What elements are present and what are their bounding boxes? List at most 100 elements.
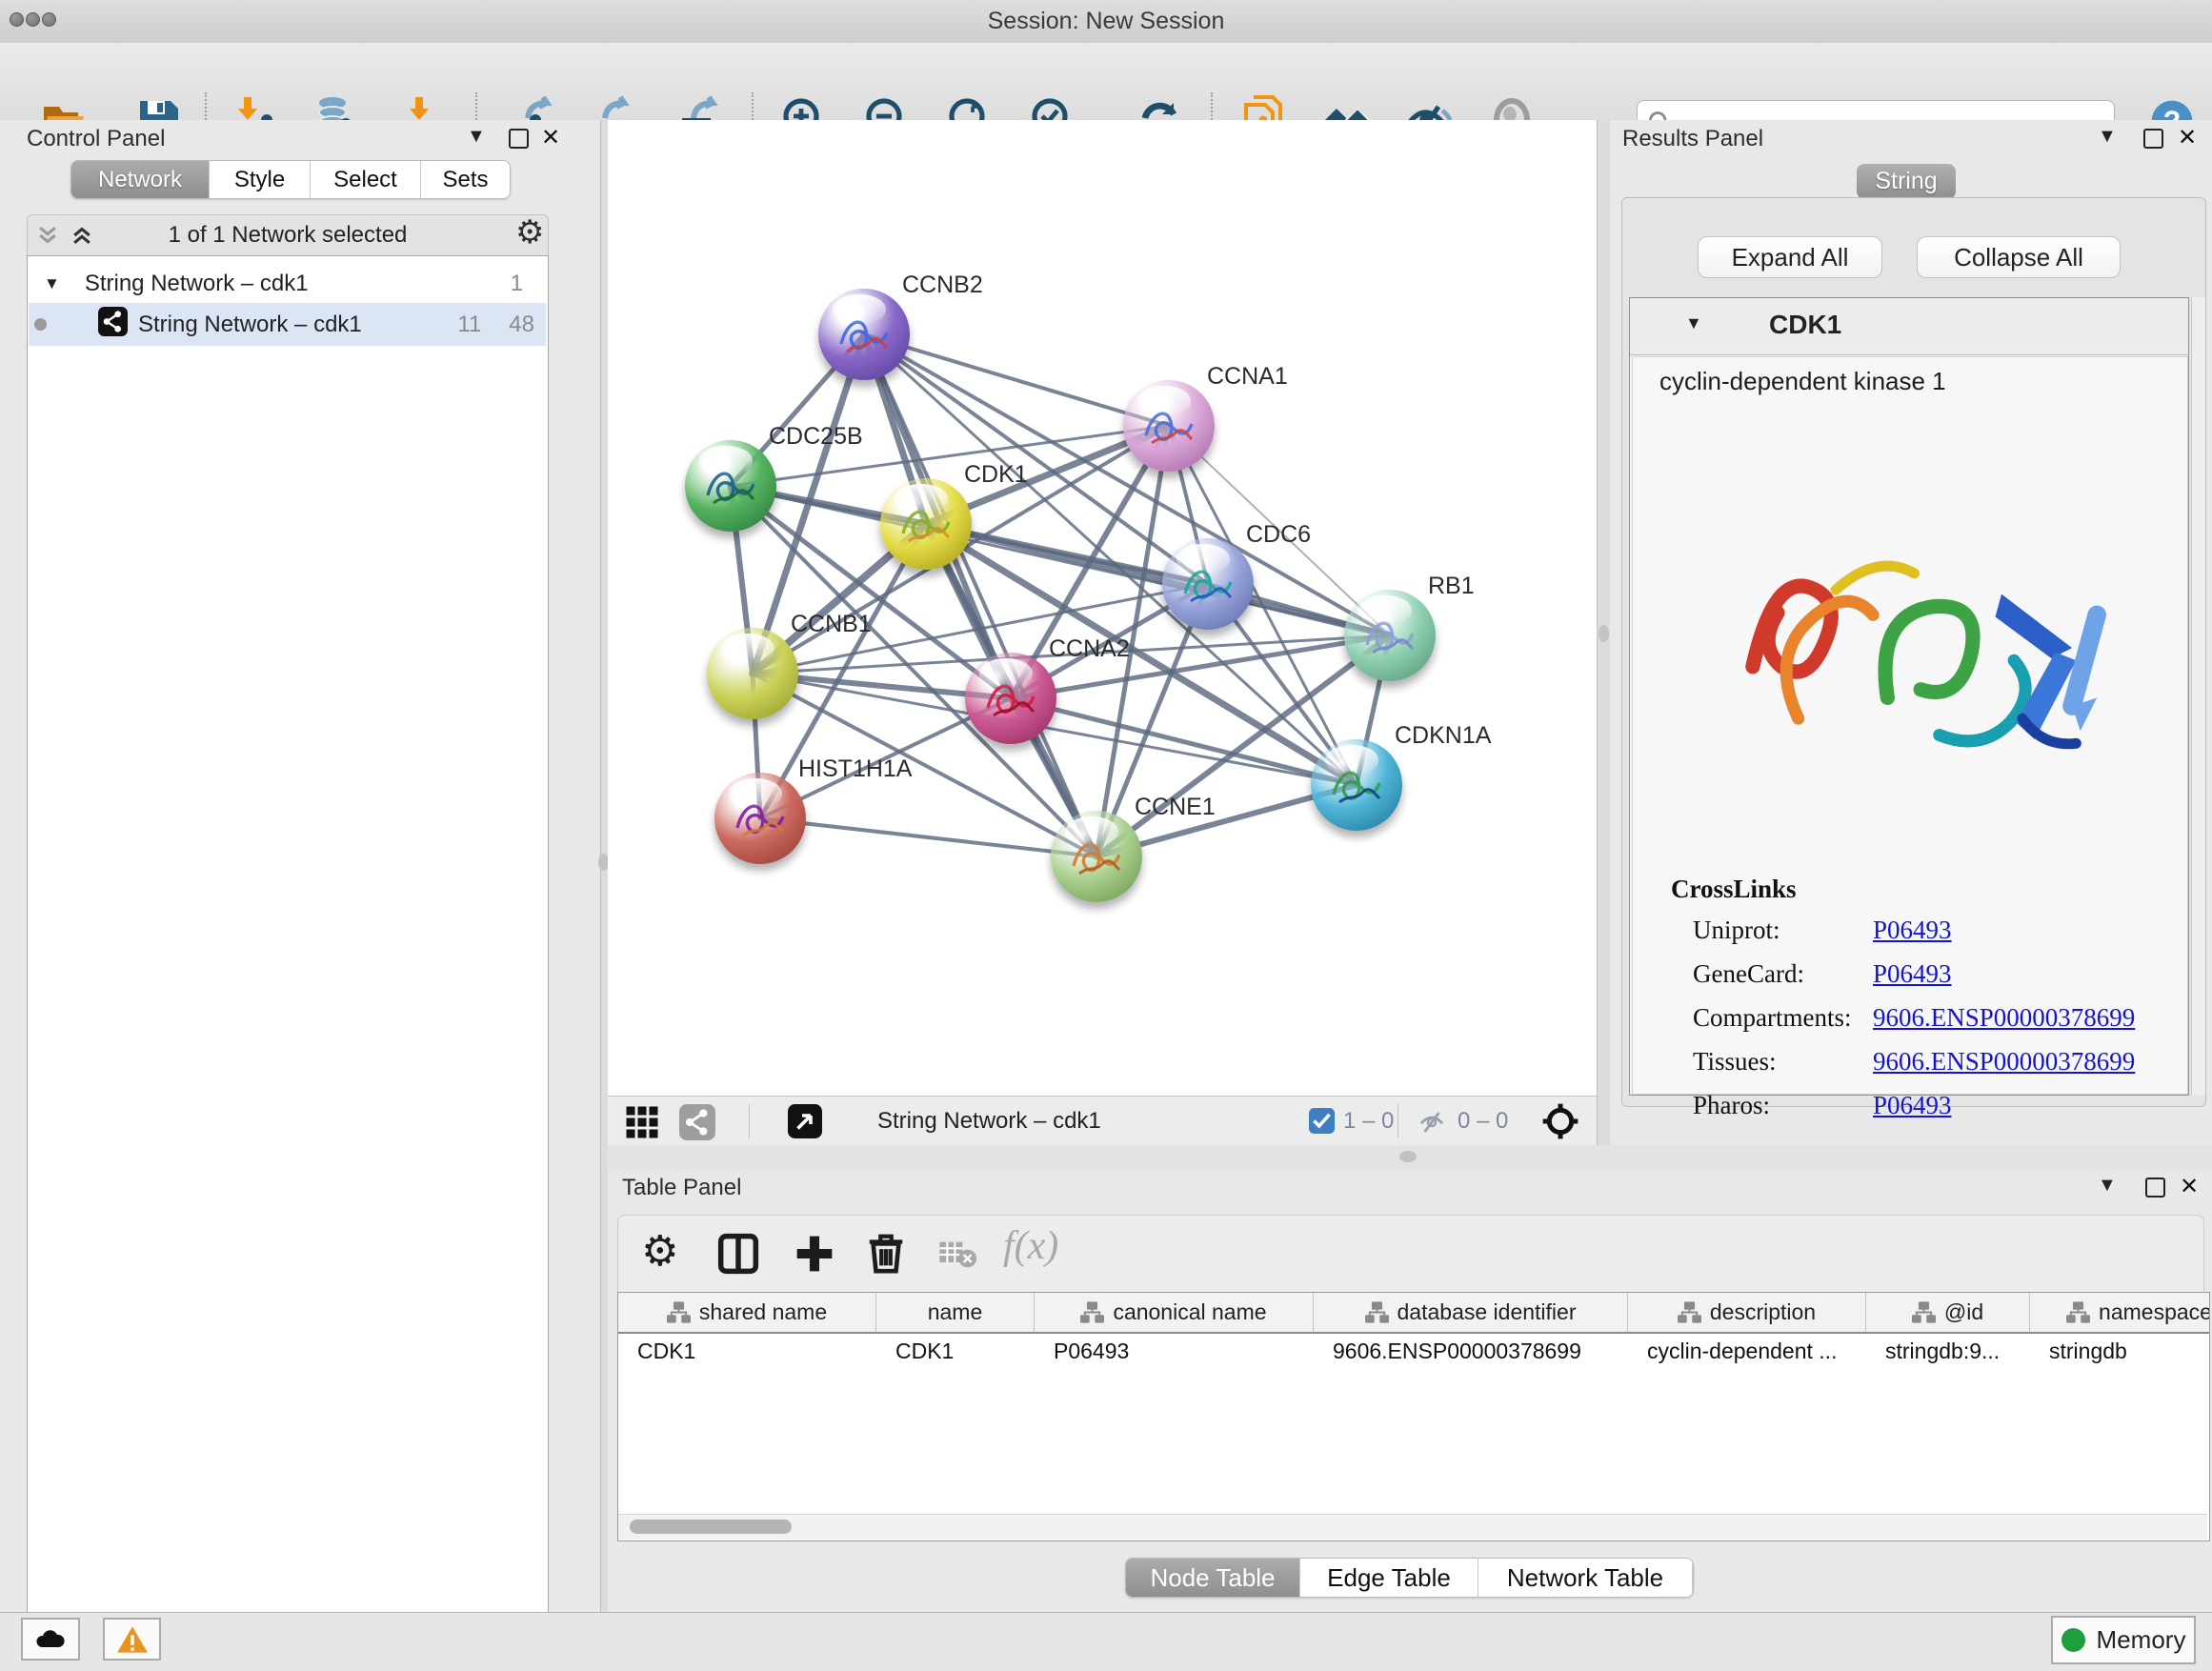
network-tree: ▼ String Network – cdk1 1 String Network… (27, 255, 549, 1671)
crosslink-row: Pharos: P06493 (1633, 1087, 2187, 1131)
column-namespace-icon (1678, 1301, 1701, 1323)
results-panel-close-icon[interactable]: ✕ (2178, 124, 2197, 151)
column-header-shared-name[interactable]: shared name (618, 1293, 876, 1332)
network-selector-bar: 1 of 1 Network selected ⚙ (27, 214, 549, 257)
network-options-gear-icon[interactable]: ⚙ (515, 213, 544, 252)
table-cell: cyclin-dependent ... (1628, 1334, 1866, 1368)
node-description: cyclin-dependent kinase 1 (1659, 367, 1946, 396)
scrollbar-thumb[interactable] (630, 1520, 792, 1534)
tab-style[interactable]: Style (210, 161, 311, 198)
tab-string[interactable]: String (1857, 164, 1956, 199)
add-column-icon[interactable] (794, 1233, 835, 1279)
column-header-canonical-name[interactable]: canonical name (1035, 1293, 1314, 1332)
network-row[interactable]: String Network – cdk1 11 48 (29, 303, 546, 346)
bottom-splitter-handle[interactable] (1399, 1151, 1417, 1162)
column-namespace-icon (667, 1301, 691, 1323)
collection-count: 1 (511, 271, 523, 297)
control-panel-float-icon[interactable]: ▼ (467, 126, 486, 148)
node-label-CDKN1A: CDKN1A (1395, 722, 1491, 750)
network-node-CCNA2[interactable] (965, 653, 1056, 744)
results-panel-maximize-icon[interactable] (2143, 129, 2163, 149)
title-bar: Session: New Session (0, 0, 2212, 44)
results-panel-float-icon[interactable]: ▼ (2098, 126, 2117, 148)
function-builder-icon: f(x) (1003, 1223, 1058, 1269)
network-edge-count: 48 (509, 312, 534, 338)
column-namespace-icon (1080, 1301, 1104, 1323)
column-header-description[interactable]: description (1628, 1293, 1866, 1332)
table-toolbar: ⚙ f(x) (617, 1215, 2204, 1294)
crosslink-label: GeneCard: (1693, 959, 1804, 989)
network-canvas[interactable]: CCNB2 CCNA1 CDC25B CDK1 CDC6 RB1CCNB1 CC… (608, 120, 1597, 1096)
table-panel-close-icon[interactable]: ✕ (2180, 1173, 2199, 1200)
tab-network-table[interactable]: Network Table (1478, 1559, 1693, 1597)
node-gloss (979, 658, 1033, 690)
expand-all-button[interactable]: Expand All (1698, 236, 1882, 278)
crosslink-row: Uniprot: P06493 (1633, 912, 2187, 956)
table-panel-maximize-icon[interactable] (2145, 1178, 2165, 1198)
column-header--id[interactable]: @id (1866, 1293, 2030, 1332)
table-panel: Table Panel ▼ ✕ ⚙ f(x) shared namenameca… (608, 1170, 2212, 1612)
node-table[interactable]: shared name name canonical name database id… (617, 1292, 2210, 1541)
network-node-HIST1H1A[interactable] (714, 773, 806, 864)
crosslink-value-link[interactable]: P06493 (1873, 1091, 1952, 1120)
control-panel-close-icon[interactable]: ✕ (541, 124, 560, 151)
column-header-namespace[interactable]: namespace (2030, 1293, 2210, 1332)
column-header-label: description (1710, 1299, 1816, 1325)
show-columns-icon[interactable] (717, 1233, 759, 1279)
network-node-CDKN1A[interactable] (1311, 739, 1402, 831)
network-view-title: String Network – cdk1 (877, 1108, 1101, 1135)
network-node-CCNA1[interactable] (1123, 380, 1215, 472)
column-header-label: shared name (699, 1299, 827, 1325)
network-node-CDC6[interactable] (1162, 538, 1254, 630)
network-collection-row[interactable]: ▼ String Network – cdk1 1 (29, 262, 546, 305)
table-horizontal-scrollbar[interactable] (618, 1514, 2207, 1540)
birdseye-grid-icon[interactable] (625, 1105, 659, 1144)
right-splitter-handle[interactable] (1599, 625, 1609, 642)
delete-column-icon[interactable] (864, 1231, 908, 1279)
fit-content-crosshair-icon[interactable] (1541, 1102, 1579, 1145)
tab-network[interactable]: Network (71, 161, 210, 198)
column-header-database-identifier[interactable]: database identifier (1314, 1293, 1628, 1332)
open-in-window-icon[interactable] (788, 1104, 822, 1143)
crosslink-value-link[interactable]: 9606.ENSP00000378699 (1873, 1047, 2135, 1077)
memory-button[interactable]: Memory (2051, 1616, 2196, 1664)
table-panel-float-icon[interactable]: ▼ (2098, 1175, 2117, 1197)
table-settings-gear-icon[interactable]: ⚙ (641, 1227, 678, 1276)
network-node-CCNB1[interactable] (707, 628, 798, 719)
network-view-toolbar: String Network – cdk1 1 – 0 0 – 0 (608, 1096, 1597, 1146)
tab-node-table[interactable]: Node Table (1126, 1559, 1300, 1597)
node-label-CDK1: CDK1 (964, 461, 1028, 489)
selected-checkbox-icon[interactable] (1309, 1108, 1335, 1138)
tab-select[interactable]: Select (311, 161, 421, 198)
node-label-CCNE1: CCNE1 (1135, 794, 1216, 821)
table-row[interactable]: CDK1CDK1P064939606.ENSP00000378699cyclin… (618, 1334, 2209, 1368)
node-gloss (1325, 745, 1378, 776)
hidden-eye-icon (1418, 1108, 1446, 1141)
results-panel-title: Results Panel (1622, 126, 1763, 152)
protein-structure-image (1685, 470, 2152, 822)
tab-sets[interactable]: Sets (421, 161, 510, 198)
crosslink-row: Compartments: 9606.ENSP00000378699 (1633, 999, 2187, 1043)
string-style-icon[interactable] (679, 1104, 715, 1145)
crosslink-value-link[interactable]: P06493 (1873, 916, 1952, 945)
table-cell: stringdb:9... (1866, 1334, 2030, 1368)
crosslink-value-link[interactable]: 9606.ENSP00000378699 (1873, 1003, 2135, 1033)
network-node-RB1[interactable] (1344, 590, 1436, 681)
details-expander-icon[interactable]: ▼ (1685, 313, 1702, 333)
tab-edge-table[interactable]: Edge Table (1300, 1559, 1478, 1597)
control-panel-maximize-icon[interactable] (509, 129, 529, 149)
network-node-CDC25B[interactable] (685, 440, 776, 532)
column-header-name[interactable]: name (876, 1293, 1035, 1332)
crosslink-value-link[interactable]: P06493 (1873, 959, 1952, 989)
network-node-CDK1[interactable] (880, 478, 972, 570)
collapse-all-button[interactable]: Collapse All (1917, 236, 2121, 278)
warnings-button[interactable] (103, 1618, 161, 1661)
node-details-header[interactable]: ▼ CDK1 (1630, 298, 2188, 355)
node-label-CDC25B: CDC25B (769, 423, 863, 451)
tree-expander-icon[interactable]: ▼ (44, 274, 60, 293)
network-node-CCNE1[interactable] (1051, 811, 1142, 902)
cloud-button[interactable] (21, 1618, 80, 1661)
column-header-label: canonical name (1113, 1299, 1266, 1325)
results-scrollbar[interactable] (2191, 297, 2205, 1096)
network-node-CCNB2[interactable] (818, 289, 910, 380)
